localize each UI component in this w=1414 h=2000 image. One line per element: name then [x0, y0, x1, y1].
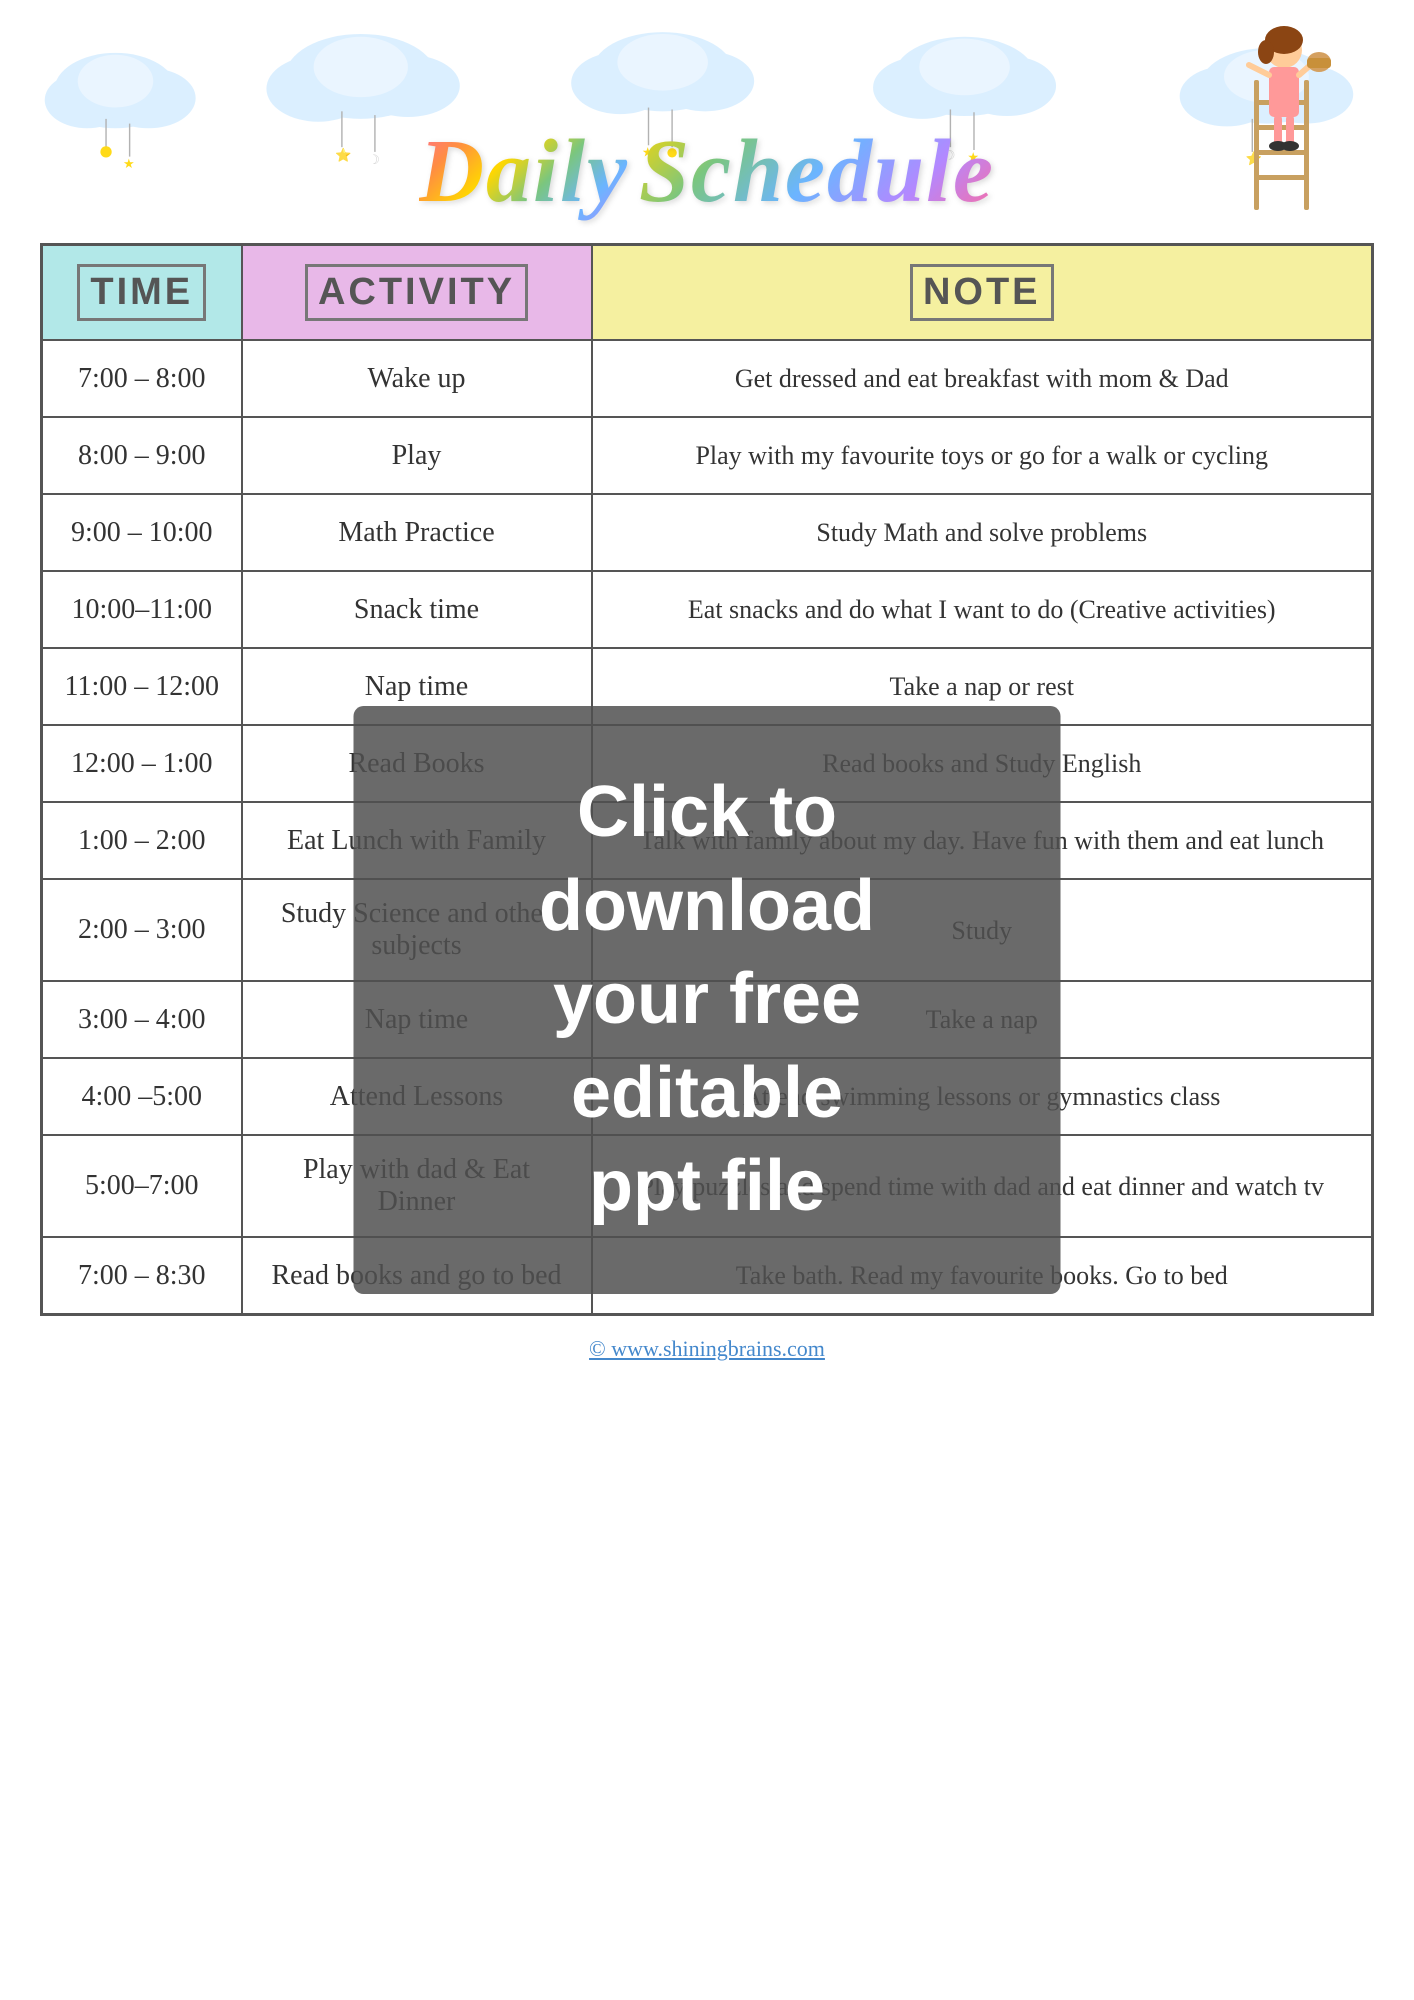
th-note: NOTE [592, 245, 1373, 341]
table-header-row: TIME ACTIVITY NOTE [42, 245, 1373, 341]
table-row: 8:00 – 9:00PlayPlay with my favourite to… [42, 417, 1373, 494]
table-row: 4:00 –5:00Attend LessonsAttend swimming … [42, 1058, 1373, 1135]
td-note-9: Attend swimming lessons or gymnastics cl… [592, 1058, 1373, 1135]
svg-text:⭐: ⭐ [335, 147, 351, 162]
td-activity-10: Play with dad & Eat Dinner [242, 1135, 592, 1237]
table-row: 2:00 – 3:00Study Science and other subje… [42, 879, 1373, 981]
th-activity-label: ACTIVITY [305, 264, 528, 321]
table-row: 3:00 – 4:00Nap timeTake a nap [42, 981, 1373, 1058]
schedule-table: TIME ACTIVITY NOTE 7:00 – 8:00Wake upGet… [40, 243, 1374, 1316]
td-note-1: Play with my favourite toys or go for a … [592, 417, 1373, 494]
td-time-2: 9:00 – 10:00 [42, 494, 242, 571]
td-note-2: Study Math and solve problems [592, 494, 1373, 571]
td-time-6: 1:00 – 2:00 [42, 802, 242, 879]
th-time: TIME [42, 245, 242, 341]
td-activity-7: Study Science and other subjects [242, 879, 592, 981]
table-row: 10:00–11:00Snack timeEat snacks and do w… [42, 571, 1373, 648]
td-activity-9: Attend Lessons [242, 1058, 592, 1135]
td-activity-0: Wake up [242, 340, 592, 417]
td-activity-1: Play [242, 417, 592, 494]
svg-text:☽: ☽ [368, 152, 380, 167]
table-row: 11:00 – 12:00Nap timeTake a nap or rest [42, 648, 1373, 725]
table-row: 12:00 – 1:00Read BooksRead books and Stu… [42, 725, 1373, 802]
td-activity-2: Math Practice [242, 494, 592, 571]
td-time-0: 7:00 – 8:00 [42, 340, 242, 417]
table-row: 7:00 – 8:30Read books and go to bedTake … [42, 1237, 1373, 1315]
td-note-3: Eat snacks and do what I want to do (Cre… [592, 571, 1373, 648]
header: ★ ⭐ ☽ ★ [40, 20, 1374, 233]
table-row: 1:00 – 2:00Eat Lunch with FamilyTalk wit… [42, 802, 1373, 879]
td-time-9: 4:00 –5:00 [42, 1058, 242, 1135]
title-container: Daily Schedule [419, 120, 995, 223]
td-note-7: Study [592, 879, 1373, 981]
title-schedule: Schedule [639, 120, 995, 223]
td-note-0: Get dressed and eat breakfast with mom &… [592, 340, 1373, 417]
td-time-11: 7:00 – 8:30 [42, 1237, 242, 1315]
td-note-11: Take bath. Read my favourite books. Go t… [592, 1237, 1373, 1315]
th-activity: ACTIVITY [242, 245, 592, 341]
table-row: 9:00 – 10:00Math PracticeStudy Math and … [42, 494, 1373, 571]
td-activity-11: Read books and go to bed [242, 1237, 592, 1315]
td-note-10: Play puzzles and spend time with dad and… [592, 1135, 1373, 1237]
td-time-10: 5:00–7:00 [42, 1135, 242, 1237]
title-daily: Daily [419, 120, 629, 223]
schedule-tbody: 7:00 – 8:00Wake upGet dressed and eat br… [42, 340, 1373, 1315]
td-time-1: 8:00 – 9:00 [42, 417, 242, 494]
page-wrapper: ★ ⭐ ☽ ★ [0, 0, 1414, 2000]
th-note-label: NOTE [910, 264, 1054, 321]
table-row: 5:00–7:00Play with dad & Eat DinnerPlay … [42, 1135, 1373, 1237]
td-note-8: Take a nap [592, 981, 1373, 1058]
td-time-8: 3:00 – 4:00 [42, 981, 242, 1058]
td-note-6: Talk with family about my day. Have fun … [592, 802, 1373, 879]
footer: © www.shiningbrains.com [589, 1336, 825, 1362]
td-time-7: 2:00 – 3:00 [42, 879, 242, 981]
td-note-4: Take a nap or rest [592, 648, 1373, 725]
td-activity-4: Nap time [242, 648, 592, 725]
td-time-3: 10:00–11:00 [42, 571, 242, 648]
table-row: 7:00 – 8:00Wake upGet dressed and eat br… [42, 340, 1373, 417]
svg-text:★: ★ [123, 156, 135, 171]
td-activity-3: Snack time [242, 571, 592, 648]
td-time-4: 11:00 – 12:00 [42, 648, 242, 725]
td-time-5: 12:00 – 1:00 [42, 725, 242, 802]
td-activity-8: Nap time [242, 981, 592, 1058]
td-activity-5: Read Books [242, 725, 592, 802]
footer-website: © www.shiningbrains.com [589, 1336, 825, 1361]
th-time-label: TIME [77, 264, 206, 321]
td-activity-6: Eat Lunch with Family [242, 802, 592, 879]
td-note-5: Read books and Study English [592, 725, 1373, 802]
girl-illustration [1224, 20, 1344, 220]
